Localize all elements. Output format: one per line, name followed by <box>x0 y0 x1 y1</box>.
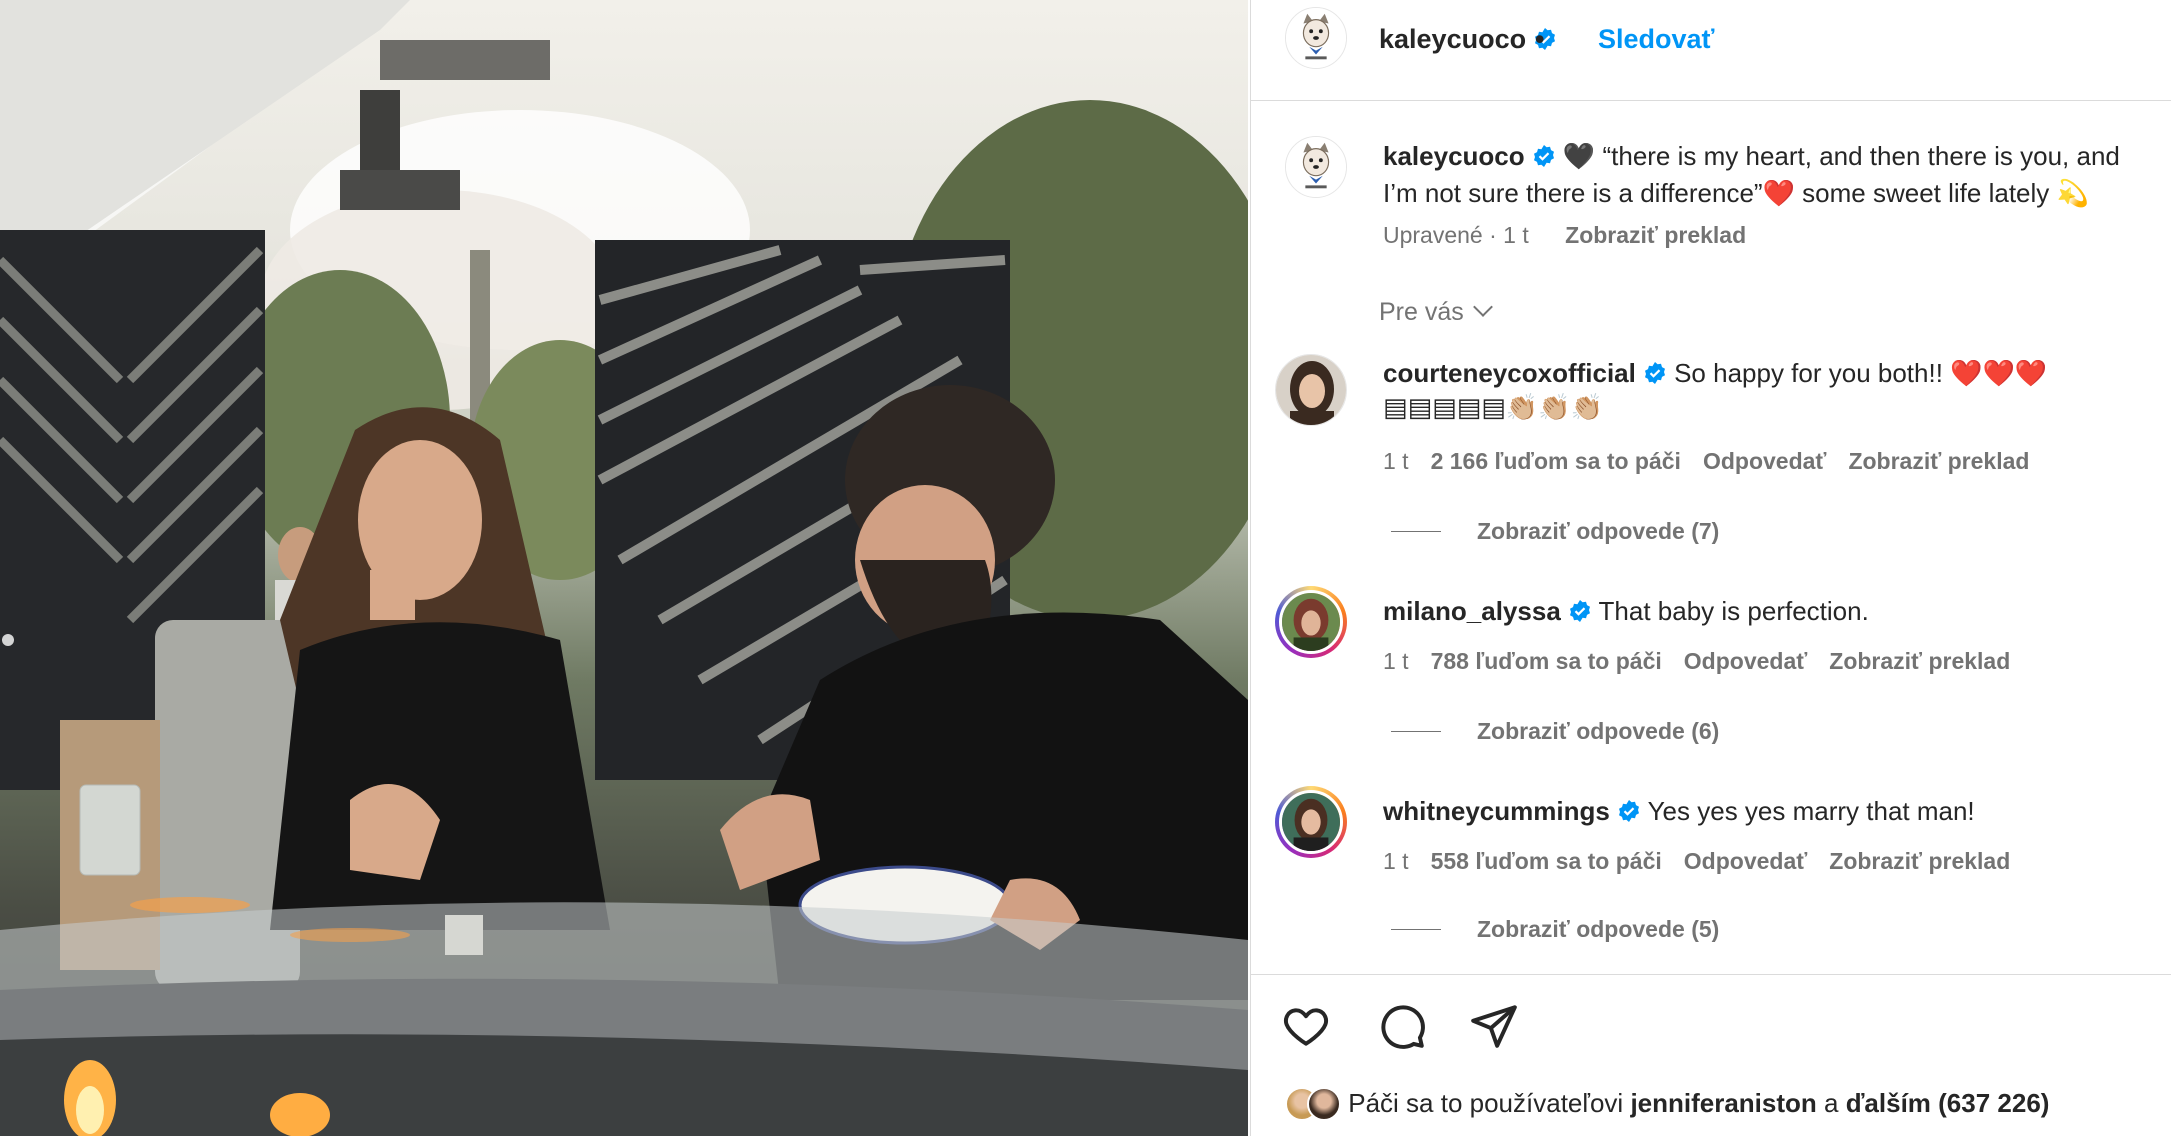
view-replies-button[interactable]: Zobraziť odpovede (6) <box>1391 718 1719 745</box>
likes-prefix: Páči sa to používateľovi <box>1348 1088 1624 1118</box>
comment-username[interactable]: milano_alyssa <box>1383 596 1561 626</box>
verified-badge-icon <box>1533 145 1554 167</box>
view-replies-label: Zobraziť odpovede (7) <box>1477 518 1720 544</box>
avatar-image <box>1282 793 1340 851</box>
comment-body: That baby is perfection. <box>1598 596 1869 626</box>
translate-link[interactable]: Zobraziť preklad <box>1848 448 2029 474</box>
replies-divider <box>1391 731 1441 732</box>
avatar-image <box>1282 593 1340 651</box>
avatar-image <box>1276 355 1346 425</box>
reply-button[interactable]: Odpovedať <box>1684 848 1807 874</box>
comment-username[interactable]: courteneycoxofficial <box>1383 358 1636 388</box>
comment-text: milano_alyssa That baby is perfection. <box>1383 594 2153 628</box>
post-actions-bar: Páči sa to používateľovi jenniferaniston… <box>1251 974 2171 1136</box>
comment-sort-label: Pre vás <box>1379 298 1464 326</box>
comment-sort-dropdown[interactable]: Pre vás <box>1379 297 1493 327</box>
view-replies-button[interactable]: Zobraziť odpovede (5) <box>1391 916 1719 943</box>
photo-scene <box>0 0 1248 1136</box>
likes-conjunction: a <box>1824 1088 1839 1118</box>
header-separator: • <box>1535 24 1545 54</box>
post-details-panel: kaleycuoco • Sledovať kaleycuoco 🖤 “ther… <box>1250 0 2171 1136</box>
dog-logo-icon <box>1286 8 1346 68</box>
follow-button[interactable]: Sledovať <box>1598 24 1714 55</box>
reply-button[interactable]: Odpovedať <box>1703 448 1826 474</box>
post-photo[interactable] <box>0 0 1248 1136</box>
comment-icon[interactable] <box>1377 1001 1427 1051</box>
caption-translate-link[interactable]: Zobraziť preklad <box>1565 222 1746 248</box>
translate-link[interactable]: Zobraziť preklad <box>1829 648 2010 674</box>
verified-badge-icon <box>1569 600 1590 622</box>
comment-likes[interactable]: 788 ľuďom sa to páči <box>1431 648 1662 674</box>
comment-time[interactable]: 1 t <box>1383 848 1409 874</box>
caption-edited: Upravené · 1 t <box>1383 222 1529 248</box>
paper-plane-icon[interactable] <box>1469 1001 1519 1051</box>
comment-time[interactable]: 1 t <box>1383 648 1409 674</box>
comment-body: Yes yes yes marry that man! <box>1647 796 1975 826</box>
chevron-down-icon <box>1472 297 1493 317</box>
caption-username[interactable]: kaleycuoco <box>1383 141 1525 171</box>
commenter-avatar[interactable] <box>1275 786 1347 858</box>
commenter-avatar[interactable] <box>1275 586 1347 658</box>
liker-username[interactable]: jenniferaniston <box>1630 1088 1816 1118</box>
avatar-image-frame <box>1279 790 1343 854</box>
translate-link[interactable]: Zobraziť preklad <box>1829 848 2010 874</box>
comment-meta: 1 t 788 ľuďom sa to páči Odpovedať Zobraziť… <box>1383 648 2032 675</box>
replies-divider <box>1391 929 1441 930</box>
view-replies-label: Zobraziť odpovede (6) <box>1477 718 1720 744</box>
caption-meta: Upravené · 1 t Zobraziť preklad <box>1383 222 1746 249</box>
caption-text: kaleycuoco 🖤 “there is my heart, and the… <box>1383 138 2143 212</box>
view-replies-button[interactable]: Zobraziť odpovede (7) <box>1391 518 1719 545</box>
verified-badge-icon <box>1618 800 1639 822</box>
comment-meta: 1 t 2 166 ľuďom sa to páči Odpovedať Zobraz… <box>1383 448 2051 475</box>
author-username[interactable]: kaleycuoco <box>1379 24 1557 55</box>
caption-avatar[interactable] <box>1285 136 1347 198</box>
replies-divider <box>1391 531 1441 532</box>
liker-avatar[interactable] <box>1307 1087 1341 1121</box>
view-replies-label: Zobraziť odpovede (5) <box>1477 916 1720 942</box>
likes-summary: Páči sa to používateľovi jenniferaniston… <box>1285 1087 2049 1121</box>
comment-meta: 1 t 558 ľuďom sa to páči Odpovedať Zobraziť… <box>1383 848 2032 875</box>
likes-others-count[interactable]: ďalším (637 226) <box>1846 1088 2050 1118</box>
avatar-image-frame <box>1279 590 1343 654</box>
comment-text: courteneycoxofficial So happy for you bo… <box>1383 356 2153 424</box>
comment-username[interactable]: whitneycummings <box>1383 796 1610 826</box>
comment-time[interactable]: 1 t <box>1383 448 1409 474</box>
comment-text: whitneycummings Yes yes yes marry that m… <box>1383 794 2153 828</box>
author-username-text[interactable]: kaleycuoco <box>1379 24 1526 54</box>
heart-icon[interactable] <box>1281 1001 1331 1051</box>
commenter-avatar[interactable] <box>1275 354 1347 426</box>
post-header: kaleycuoco • Sledovať <box>1251 0 2171 101</box>
comment-likes[interactable]: 558 ľuďom sa to páči <box>1431 848 1662 874</box>
verified-badge-icon <box>1644 362 1665 384</box>
author-avatar[interactable] <box>1285 7 1347 69</box>
dog-logo-icon <box>1286 137 1346 197</box>
comment-likes[interactable]: 2 166 ľuďom sa to páči <box>1431 448 1681 474</box>
reply-button[interactable]: Odpovedať <box>1684 648 1807 674</box>
